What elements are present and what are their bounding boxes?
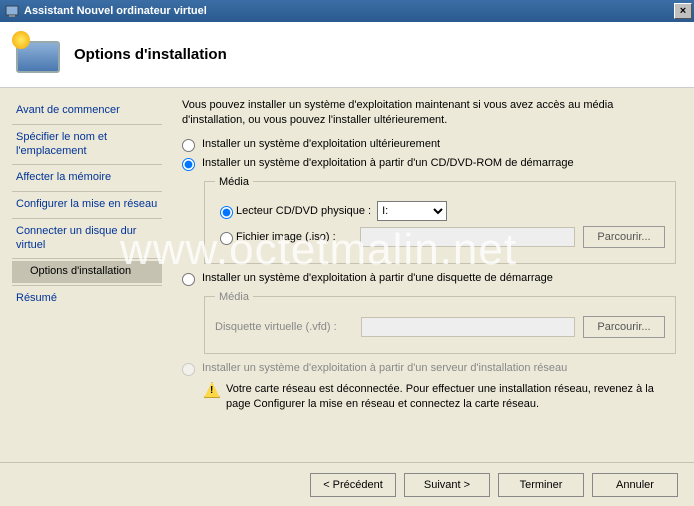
cancel-button[interactable]: Annuler: [592, 473, 678, 497]
step-before-begin[interactable]: Avant de commencer: [12, 100, 172, 122]
next-button[interactable]: Suivant >: [404, 473, 490, 497]
floppy-group: Média Disquette virtuelle (.vfd) : Parco…: [204, 291, 676, 354]
radio-physical-drive[interactable]: [220, 206, 233, 219]
radio-install-network: [182, 363, 195, 376]
step-vhd[interactable]: Connecter un disque dur virtuel: [12, 221, 172, 257]
media-group: Média Lecteur CD/DVD physique : I: Fichi…: [204, 176, 676, 264]
step-network[interactable]: Configurer la mise en réseau: [12, 194, 172, 216]
radio-iso-file[interactable]: [220, 232, 233, 245]
wizard-steps: Avant de commencer Spécifier le nom et l…: [0, 88, 172, 462]
finish-button[interactable]: Terminer: [498, 473, 584, 497]
wizard-header: Options d'installation: [0, 22, 694, 88]
app-icon: [4, 3, 20, 19]
radio-install-floppy[interactable]: [182, 273, 195, 286]
radio-install-cd[interactable]: [182, 158, 195, 171]
label-vfd: Disquette virtuelle (.vfd) :: [215, 321, 355, 333]
label-install-floppy: Installer un système d'exploitation à pa…: [202, 272, 553, 284]
step-install-options[interactable]: Options d'installation: [12, 261, 162, 283]
step-summary[interactable]: Résumé: [12, 288, 172, 310]
vfd-path-input: [361, 317, 575, 337]
close-button[interactable]: ×: [674, 3, 692, 19]
step-name-location[interactable]: Spécifier le nom et l'emplacement: [12, 127, 172, 163]
radio-install-later[interactable]: [182, 139, 195, 152]
browse-iso-button[interactable]: Parcourir...: [583, 226, 665, 248]
iso-path-input[interactable]: [360, 227, 575, 247]
intro-text: Vous pouvez installer un système d'explo…: [182, 98, 676, 128]
label-install-later: Installer un système d'exploitation ulté…: [202, 138, 440, 150]
page-title: Options d'installation: [74, 46, 227, 63]
step-memory[interactable]: Affecter la mémoire: [12, 167, 172, 189]
floppy-legend: Média: [215, 291, 253, 303]
label-iso-file: Fichier image (.iso) :: [236, 231, 354, 243]
media-legend: Média: [215, 176, 253, 188]
main-panel: Vous pouvez installer un système d'explo…: [172, 88, 694, 462]
network-warning-text: Votre carte réseau est déconnectée. Pour…: [226, 382, 676, 412]
titlebar: Assistant Nouvel ordinateur virtuel ×: [0, 0, 694, 22]
window-title: Assistant Nouvel ordinateur virtuel: [20, 5, 674, 17]
warning-icon: [204, 382, 220, 398]
label-physical-drive: Lecteur CD/DVD physique :: [236, 205, 371, 217]
drive-select[interactable]: I:: [377, 201, 447, 221]
wizard-footer: < Précédent Suivant > Terminer Annuler: [0, 462, 694, 506]
label-install-network: Installer un système d'exploitation à pa…: [202, 362, 567, 374]
wizard-icon: [12, 31, 60, 79]
previous-button[interactable]: < Précédent: [310, 473, 396, 497]
browse-vfd-button: Parcourir...: [583, 316, 665, 338]
label-install-cd: Installer un système d'exploitation à pa…: [202, 157, 574, 169]
